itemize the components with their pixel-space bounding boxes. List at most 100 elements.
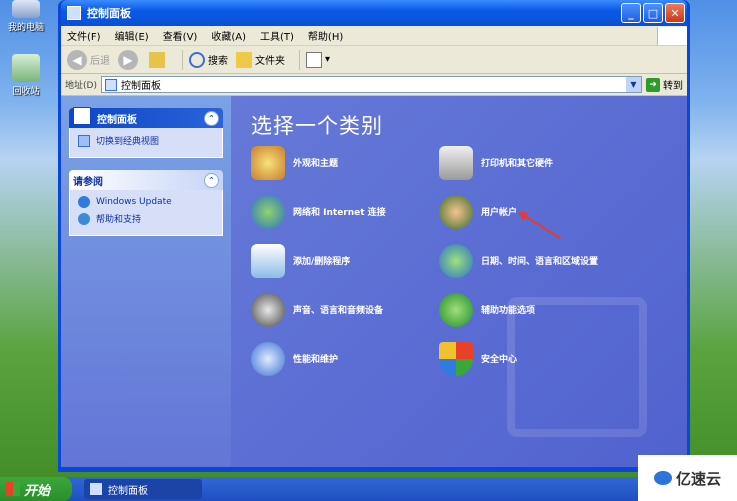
users-icon <box>439 194 473 229</box>
link-label: Windows Update <box>96 197 172 207</box>
accessibility-icon <box>439 292 473 327</box>
desktop-icon-my-computer[interactable]: 我的电脑 <box>4 0 48 33</box>
windows-flag-icon <box>6 482 20 496</box>
control-panel-icon <box>73 107 91 125</box>
title-bar[interactable]: 控制面板 _ □ ✕ <box>61 0 687 26</box>
category-label: 声音、语言和音频设备 <box>293 306 384 316</box>
back-label: 后退 <box>90 56 110 67</box>
see-also-panel: 请参阅 ⌃ Windows Update 帮助和支持 <box>69 170 223 236</box>
control-panel-icon <box>90 483 102 495</box>
category-performance-maintenance[interactable]: 性能和维护 <box>251 341 439 376</box>
address-value: 控制面板 <box>120 81 161 92</box>
chevron-down-icon[interactable]: ▼ <box>626 77 641 92</box>
chevron-up-icon[interactable]: ⌃ <box>204 172 219 188</box>
control-panel-panel: 控制面板 ⌃ 切换到经典视图 <box>69 107 223 158</box>
start-button[interactable]: 开始 <box>0 477 72 501</box>
desktop-icon-label: 我的电脑 <box>7 23 44 33</box>
pie-chart-icon <box>251 341 285 376</box>
menu-file[interactable]: 文件(F) <box>67 28 101 43</box>
toolbar-separator <box>182 49 183 70</box>
category-sound-audio[interactable]: 声音、语言和音频设备 <box>251 292 439 327</box>
menu-edit[interactable]: 编辑(E) <box>115 28 149 43</box>
category-printers-hardware[interactable]: 打印机和其它硬件 <box>439 145 627 180</box>
close-button[interactable]: ✕ <box>665 3 685 23</box>
menu-tools[interactable]: 工具(T) <box>260 28 294 43</box>
chevron-down-icon: ▾ <box>325 54 331 65</box>
switch-classic-view-link[interactable]: 切换到经典视图 <box>78 134 214 147</box>
category-appearance-themes[interactable]: 外观和主题 <box>251 145 439 180</box>
calendar-globe-icon <box>439 243 473 278</box>
switch-view-icon <box>78 134 90 147</box>
recycle-bin-icon <box>12 54 40 82</box>
menu-help[interactable]: 帮助(H) <box>308 28 343 43</box>
search-label: 搜索 <box>208 56 228 67</box>
category-label: 外观和主题 <box>293 159 339 169</box>
category-user-accounts[interactable]: 用户帐户 <box>439 194 627 229</box>
go-button[interactable]: ➜ 转到 <box>646 77 683 92</box>
category-label: 性能和维护 <box>293 355 339 365</box>
go-arrow-icon: ➜ <box>646 77 660 92</box>
toolbar: ◀ 后退 ▶ 搜索 文件夹 ▾ <box>61 46 687 74</box>
views-icon <box>306 51 322 68</box>
cloud-logo-icon <box>653 471 672 485</box>
toolbar-separator <box>299 49 300 70</box>
category-label: 网络和 Internet 连接 <box>293 208 386 218</box>
taskbar-item-control-panel[interactable]: 控制面板 <box>84 479 202 499</box>
folder-up-icon <box>149 51 165 68</box>
maximize-button[interactable]: □ <box>643 3 663 23</box>
chevron-up-icon[interactable]: ⌃ <box>204 110 219 126</box>
panel-title: 请参阅 <box>73 176 103 188</box>
control-panel-icon <box>104 78 117 91</box>
link-label: 帮助和支持 <box>96 215 142 225</box>
category-add-remove-programs[interactable]: 添加/删除程序 <box>251 243 439 278</box>
menu-view[interactable]: 查看(V) <box>163 28 198 43</box>
address-bar: 地址(D) 控制面板 ▼ ➜ 转到 <box>61 74 687 96</box>
up-button[interactable] <box>149 51 168 68</box>
panel-header[interactable]: 请参阅 ⌃ <box>69 170 223 190</box>
taskbar-item-label: 控制面板 <box>108 485 148 497</box>
go-label: 转到 <box>663 81 683 92</box>
folders-label: 文件夹 <box>255 56 285 67</box>
category-date-time-region[interactable]: 日期、时间、语言和区域设置 <box>439 243 627 278</box>
desktop-icon-recycle-bin[interactable]: 回收站 <box>4 54 48 97</box>
windows-logo-icon <box>657 26 687 45</box>
control-panel-icon <box>67 6 81 20</box>
link-label: 切换到经典视图 <box>96 137 160 147</box>
forward-button[interactable]: ▶ <box>118 49 141 70</box>
folders-button[interactable]: 文件夹 <box>236 51 285 68</box>
taskbar: 开始 控制面板 <box>0 477 737 501</box>
shield-icon <box>439 341 473 376</box>
computer-icon <box>12 0 40 18</box>
brand-label: 亿速云 <box>675 469 721 488</box>
start-label: 开始 <box>24 483 51 499</box>
search-button[interactable]: 搜索 <box>189 51 228 68</box>
windows-update-icon <box>78 196 90 208</box>
page-title: 选择一个类别 <box>251 114 383 138</box>
back-button[interactable]: ◀ 后退 <box>67 49 110 70</box>
windows-update-link[interactable]: Windows Update <box>78 196 214 208</box>
address-input[interactable]: 控制面板 ▼ <box>100 76 642 93</box>
address-label: 地址(D) <box>65 81 97 91</box>
panel-title: 控制面板 <box>97 114 137 126</box>
panel-header[interactable]: 控制面板 ⌃ <box>69 107 223 128</box>
back-arrow-icon: ◀ <box>67 49 87 70</box>
forward-arrow-icon: ▶ <box>118 49 138 70</box>
globe-network-icon <box>251 194 285 229</box>
category-label: 添加/删除程序 <box>293 257 351 267</box>
category-view: 选择一个类别 外观和主题 打印机和其它硬件 网络和 Internet 连接 用户… <box>231 96 687 467</box>
desktop-icon-label: 回收站 <box>12 87 40 97</box>
category-label: 用户帐户 <box>481 208 518 218</box>
folder-icon <box>236 51 252 68</box>
software-box-icon <box>251 243 285 278</box>
category-network-internet[interactable]: 网络和 Internet 连接 <box>251 194 439 229</box>
window-title: 控制面板 <box>87 7 131 20</box>
control-panel-window: 控制面板 _ □ ✕ 文件(F) 编辑(E) 查看(V) 收藏(A) 工具(T)… <box>58 0 690 472</box>
menu-favorites[interactable]: 收藏(A) <box>211 28 246 43</box>
minimize-button[interactable]: _ <box>621 3 641 23</box>
help-icon <box>78 212 90 225</box>
views-button[interactable]: ▾ <box>306 51 331 68</box>
menu-bar: 文件(F) 编辑(E) 查看(V) 收藏(A) 工具(T) 帮助(H) <box>61 26 687 46</box>
search-icon <box>189 51 205 68</box>
help-support-link[interactable]: 帮助和支持 <box>78 212 214 225</box>
printer-icon <box>439 145 473 180</box>
